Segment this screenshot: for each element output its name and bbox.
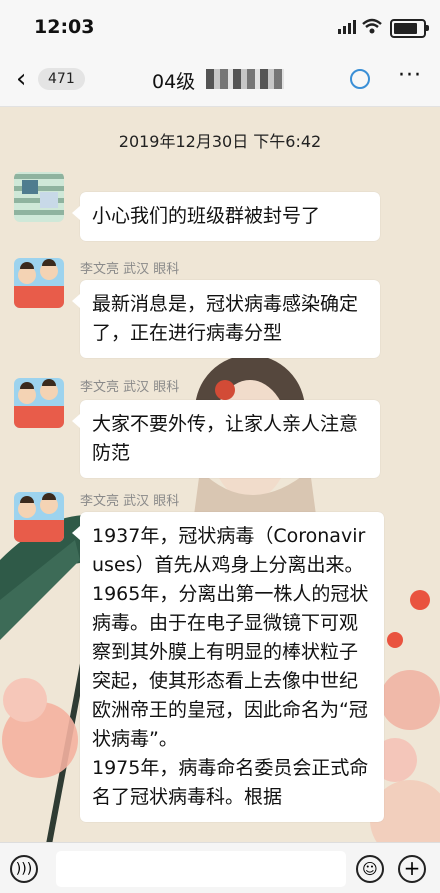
message-bubble[interactable]: 1937年，冠状病毒（Coronaviruses）首先从鸡身上分离出来。 196… — [72, 512, 384, 822]
chat-header: ‹ 471 04级 ··· — [0, 54, 440, 107]
status-ring-icon[interactable] — [350, 69, 370, 89]
plus-icon[interactable]: + — [398, 855, 426, 883]
message-bubble[interactable]: 大家不要外传，让家人亲人注意防范 — [72, 400, 380, 478]
redacted-title-mosaic — [206, 69, 284, 89]
clock: 12:03 — [34, 16, 95, 38]
wifi-icon — [362, 18, 382, 34]
message-bubble[interactable]: 最新消息是，冠状病毒感染确定了，正在进行病毒分型 — [72, 280, 380, 358]
back-chevron-icon[interactable]: ‹ — [16, 66, 26, 92]
message-bubble[interactable]: 小心我们的班级群被封号了 — [72, 192, 380, 241]
emoji-icon[interactable]: ☺ — [356, 855, 384, 883]
sender-name: 李文亮 武汉 眼科 — [80, 380, 180, 395]
avatar[interactable] — [14, 258, 64, 308]
voice-icon[interactable]: ))) — [10, 855, 38, 883]
avatar[interactable] — [14, 172, 64, 222]
avatar[interactable] — [14, 378, 64, 428]
chat-timestamp: 2019年12月30日 下午6:42 — [118, 132, 322, 151]
chat-title: 04级 — [152, 71, 196, 93]
chat-messages[interactable]: 2019年12月30日 下午6:42 小心我们的班级群被封号了 李文亮 武汉 眼… — [0, 106, 440, 842]
sender-name: 李文亮 武汉 眼科 — [80, 494, 180, 509]
avatar[interactable] — [14, 492, 64, 542]
status-bar: 12:03 — [0, 0, 440, 54]
more-icon[interactable]: ··· — [398, 63, 422, 88]
unread-count-badge[interactable]: 471 — [38, 68, 85, 90]
sender-name: 李文亮 武汉 眼科 — [80, 262, 180, 277]
message-input[interactable] — [56, 851, 346, 887]
battery-icon — [390, 19, 429, 38]
signal-icon — [338, 20, 356, 34]
input-bar: ))) ☺ + — [0, 842, 440, 893]
